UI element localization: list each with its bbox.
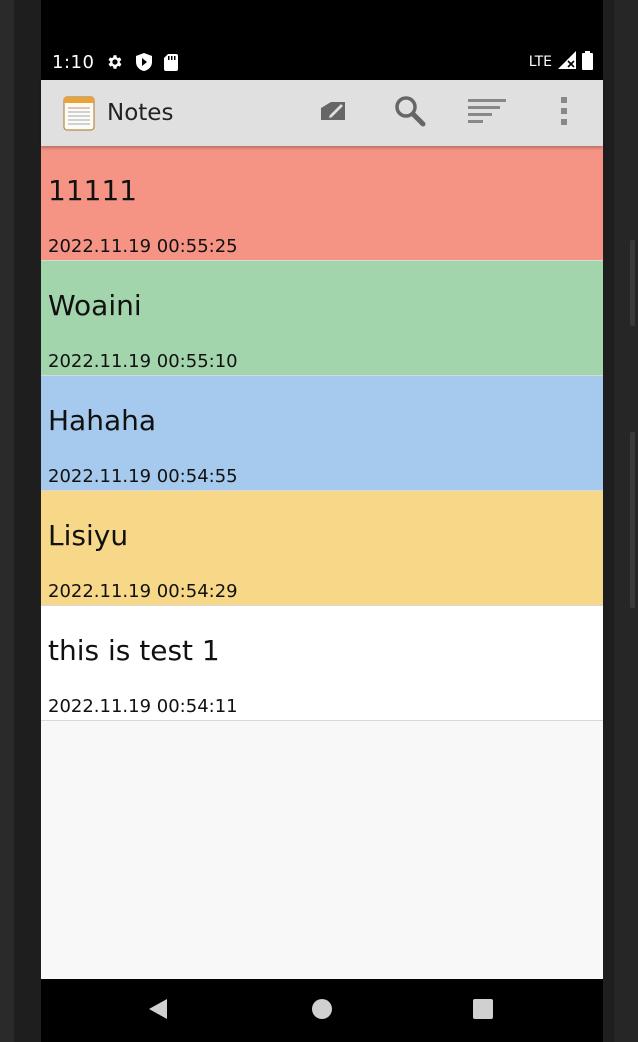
status-bar: 1:10 LTE — [41, 44, 603, 80]
signal-icon — [558, 51, 576, 73]
settings-icon — [106, 53, 124, 71]
more-options-button[interactable] — [536, 80, 592, 146]
back-icon — [148, 998, 168, 1024]
note-date: 2022.11.19 00:54:11 — [48, 696, 238, 717]
status-right-group: LTE — [529, 44, 593, 80]
sd-card-icon — [164, 53, 179, 71]
device-edge-right — [614, 0, 638, 1042]
notes-list: 11111 2022.11.19 00:55:25 Woaini 2022.11… — [41, 146, 603, 979]
recents-button[interactable] — [453, 979, 513, 1042]
new-note-button[interactable] — [305, 80, 361, 146]
volume-button — [630, 240, 635, 326]
note-title: Lisiyu — [48, 519, 129, 552]
note-date: 2022.11.19 00:55:10 — [48, 351, 238, 372]
note-item[interactable]: Hahaha 2022.11.19 00:54:55 — [41, 376, 603, 491]
device-edge-left — [0, 0, 14, 1042]
note-date: 2022.11.19 00:55:25 — [48, 236, 238, 257]
battery-icon — [582, 50, 593, 74]
network-type: LTE — [528, 54, 552, 70]
app-bar: Notes — [41, 80, 603, 146]
note-date: 2022.11.19 00:54:55 — [48, 466, 238, 487]
note-title: 11111 — [48, 174, 138, 207]
note-title: Woaini — [48, 289, 142, 322]
new-note-icon — [319, 98, 347, 128]
status-time: 1:10 — [52, 51, 95, 73]
note-title: Hahaha — [48, 404, 157, 437]
note-title: this is test 1 — [48, 634, 220, 667]
app-title: Notes — [107, 100, 174, 126]
shield-icon — [136, 53, 153, 71]
search-button[interactable] — [382, 80, 438, 146]
home-icon — [311, 998, 333, 1024]
sort-icon — [468, 98, 506, 128]
note-item[interactable]: Woaini 2022.11.19 00:55:10 — [41, 261, 603, 376]
power-button — [630, 432, 635, 608]
note-item[interactable]: 11111 2022.11.19 00:55:25 — [41, 146, 603, 261]
note-item[interactable]: this is test 1 2022.11.19 00:54:11 — [41, 606, 603, 721]
sort-button[interactable] — [459, 80, 515, 146]
back-button[interactable] — [128, 979, 188, 1042]
more-vert-icon — [560, 96, 568, 130]
note-date: 2022.11.19 00:54:29 — [48, 581, 238, 602]
navigation-bar — [41, 979, 603, 1042]
home-button[interactable] — [292, 979, 352, 1042]
search-icon — [393, 94, 427, 132]
recents-icon — [473, 998, 493, 1023]
note-item[interactable]: Lisiyu 2022.11.19 00:54:29 — [41, 491, 603, 606]
notepad-logo-icon — [63, 95, 95, 131]
